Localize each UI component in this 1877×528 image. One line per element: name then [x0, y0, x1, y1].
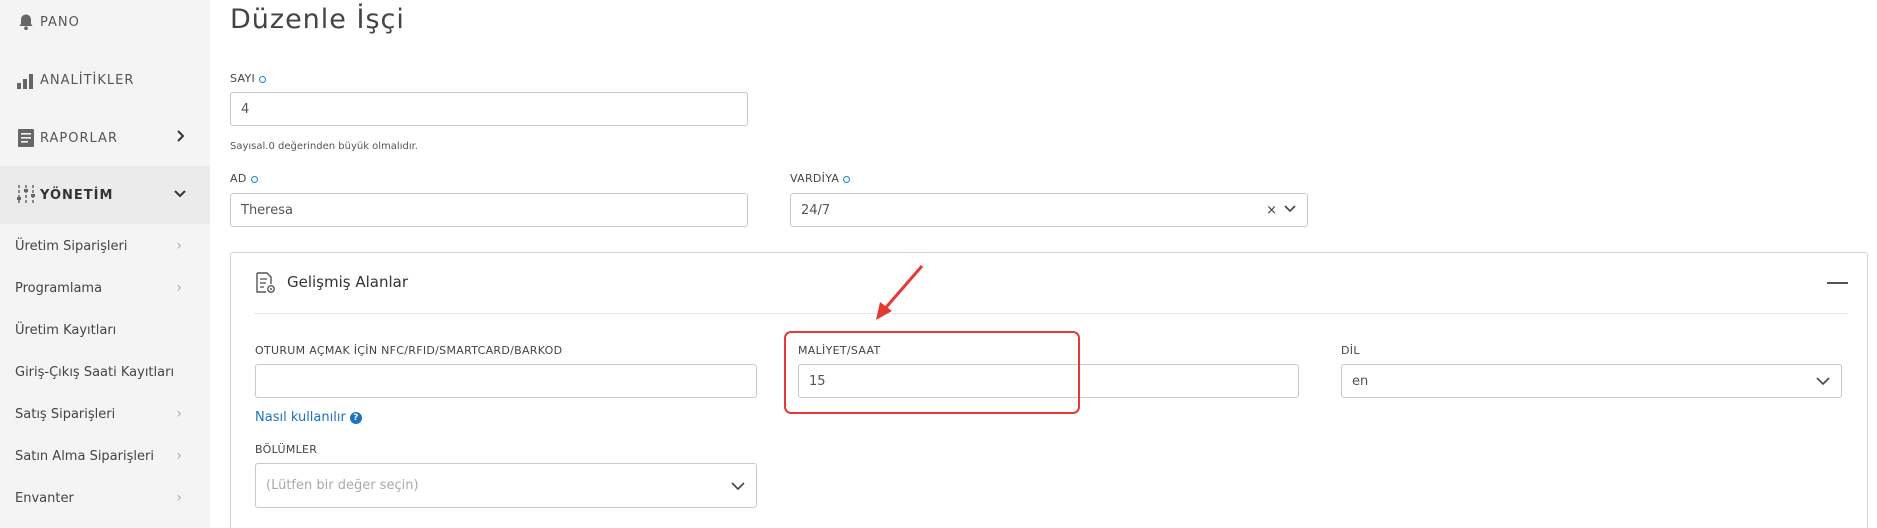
number-field-label: SAYI — [230, 72, 267, 85]
sidebar-item-purchase-orders[interactable]: Satın Alma Siparişleri › — [0, 446, 210, 466]
annotation-highlight-box — [784, 331, 1080, 414]
departments-field-label: BÖLÜMLER — [255, 443, 318, 456]
settings-document-icon — [253, 271, 277, 299]
chevron-right-icon — [176, 130, 186, 146]
sidebar-item-sales-orders[interactable]: Satış Siparişleri › — [0, 404, 210, 424]
nav-label: ANALİTİKLER — [40, 72, 135, 88]
annotation-arrow-icon — [876, 265, 924, 320]
nav-label: PANO — [40, 14, 80, 30]
sidebar-item-production-orders[interactable]: Üretim Siparişleri › — [0, 236, 210, 256]
departments-select[interactable]: (Lütfen bir değer seçin) — [255, 463, 757, 508]
sidebar: PANO ANALİTİKLER RAPORLAR YÖNETİM Üretim… — [0, 0, 210, 528]
name-field-label: AD — [230, 172, 258, 185]
report-icon — [15, 127, 37, 149]
chevron-right-icon: › — [176, 448, 182, 464]
sidebar-item-label: Satın Alma Siparişleri — [15, 448, 154, 464]
collapse-panel-button[interactable] — [1827, 282, 1848, 284]
sidebar-item-inventory[interactable]: Envanter › — [0, 488, 210, 508]
advanced-fields-title: Gelişmiş Alanlar — [287, 273, 409, 291]
sidebar-item-label: Üretim Siparişleri — [15, 238, 128, 254]
how-to-use-link[interactable]: Nasıl kullanılır? — [255, 410, 362, 425]
chevron-down-icon — [730, 478, 746, 498]
nav-item-pano[interactable]: PANO — [0, 10, 210, 34]
nfc-input[interactable] — [255, 364, 757, 398]
nfc-field-label: OTURUM AÇMAK İÇİN NFC/RFID/SMARTCARD/BAR… — [255, 344, 563, 357]
shift-select[interactable]: 24/7 × — [790, 193, 1308, 227]
page-title: Düzenle İşçi — [230, 4, 405, 35]
nav-label: RAPORLAR — [40, 130, 118, 146]
required-indicator — [250, 175, 258, 183]
required-indicator — [259, 75, 267, 83]
sidebar-item-clock-records[interactable]: Giriş-Çıkış Saati Kayıtları — [0, 362, 210, 382]
sidebar-item-label: Envanter — [15, 490, 74, 506]
chevron-down-icon — [174, 187, 186, 203]
clear-icon[interactable]: × — [1266, 203, 1277, 218]
chevron-right-icon: › — [176, 238, 182, 254]
panel-divider — [254, 313, 1848, 314]
sidebar-item-production-records[interactable]: Üretim Kayıtları — [0, 320, 210, 340]
sidebar-item-scheduling[interactable]: Programlama › — [0, 278, 210, 298]
number-input[interactable]: 4 — [230, 92, 748, 126]
nav-item-analytics[interactable]: ANALİTİKLER — [0, 68, 210, 92]
name-input[interactable]: Theresa — [230, 193, 748, 227]
sidebar-item-label: Programlama — [15, 280, 103, 296]
bell-icon — [15, 11, 37, 33]
bar-chart-icon — [15, 69, 37, 91]
required-indicator — [843, 175, 851, 183]
language-select[interactable]: en — [1341, 364, 1842, 398]
language-field-label: DİL — [1341, 344, 1360, 357]
nav-label: YÖNETİM — [40, 187, 114, 203]
nav-item-management[interactable]: YÖNETİM — [0, 166, 210, 224]
number-helper-text: Sayısal.0 değerinden büyük olmalıdır. — [230, 141, 418, 152]
sidebar-item-label: Üretim Kayıtları — [15, 322, 117, 338]
chevron-right-icon: › — [176, 280, 182, 296]
sidebar-item-label: Giriş-Çıkış Saati Kayıtları — [15, 364, 175, 380]
chevron-down-icon — [1283, 202, 1297, 220]
shift-field-label: VARDİYA — [790, 172, 851, 185]
sliders-icon — [15, 184, 37, 206]
sidebar-item-label: Satış Siparişleri — [15, 406, 116, 422]
chevron-right-icon: › — [176, 490, 182, 506]
chevron-right-icon: › — [176, 406, 182, 422]
nav-item-reports[interactable]: RAPORLAR — [0, 126, 210, 150]
help-icon: ? — [349, 411, 362, 424]
chevron-down-icon — [1815, 373, 1831, 393]
